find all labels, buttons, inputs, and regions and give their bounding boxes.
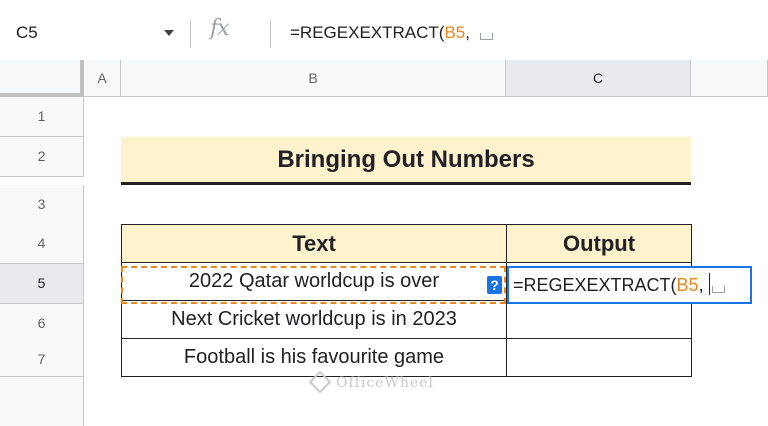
sheet-title[interactable]: Bringing Out Numbers	[121, 137, 691, 185]
row-header-7[interactable]: 7	[0, 342, 84, 377]
select-all-corner[interactable]	[0, 60, 84, 97]
column-header-d[interactable]	[691, 60, 768, 97]
space-indicator-icon	[479, 33, 493, 40]
table-row: Next Cricket worldcup is in 2023	[121, 300, 692, 339]
table-header-text[interactable]: Text	[121, 224, 507, 263]
table-header-output[interactable]: Output	[506, 224, 692, 263]
row-header-2[interactable]: 2	[0, 137, 84, 177]
dropdown-arrow-icon[interactable]	[164, 30, 174, 36]
editor-formula-text: =REGEXEXTRACT(	[513, 275, 677, 295]
row-header-4[interactable]: 4	[0, 224, 84, 264]
formula-bar-separator	[190, 20, 191, 48]
cell-editor[interactable]: =REGEXEXTRACT(B5,	[507, 266, 752, 304]
table-cell-text[interactable]: Next Cricket worldcup is in 2023	[121, 300, 507, 339]
column-header-a[interactable]: A	[84, 60, 121, 97]
formula-bar: C5 fx =REGEXEXTRACT(B5,	[0, 0, 768, 61]
table-header-row: Text Output	[121, 224, 692, 263]
row-header-1[interactable]: 1	[0, 97, 84, 137]
column-header-b[interactable]: B	[121, 60, 506, 97]
table-cell-text[interactable]: Football is his favourite game	[121, 338, 507, 377]
watermark-text: OfficeWheel	[336, 375, 434, 391]
text-caret	[708, 273, 710, 295]
help-icon[interactable]: ?	[487, 276, 502, 294]
fx-icon: fx	[210, 16, 230, 41]
table-cell-output[interactable]	[506, 338, 692, 377]
editor-formula-reference: B5	[676, 275, 699, 295]
table-cell-output[interactable]	[506, 300, 692, 339]
name-box-value: C5	[16, 23, 38, 42]
formula-text: =REGEXEXTRACT(	[290, 23, 445, 42]
officewheel-logo-icon	[308, 370, 332, 394]
watermark: OfficeWheel	[308, 370, 434, 394]
name-box[interactable]: C5	[0, 18, 190, 50]
formula-text: ,	[465, 23, 470, 42]
formula-bar-separator	[270, 20, 271, 48]
row-header-filler	[0, 377, 84, 426]
formula-input[interactable]: =REGEXEXTRACT(B5,	[290, 23, 493, 43]
column-header-c[interactable]: C	[506, 60, 691, 97]
row-header-5[interactable]: 5	[0, 264, 84, 304]
editor-formula-text: ,	[698, 275, 704, 295]
row-header-3[interactable]: 3	[0, 185, 84, 225]
table-row: Football is his favourite game	[121, 338, 692, 377]
formula-reference: B5	[444, 23, 466, 42]
row-header-6[interactable]: 6	[0, 304, 84, 344]
space-indicator-icon	[711, 286, 725, 293]
table-cell-text[interactable]: 2022 Qatar worldcup is over	[121, 262, 507, 301]
